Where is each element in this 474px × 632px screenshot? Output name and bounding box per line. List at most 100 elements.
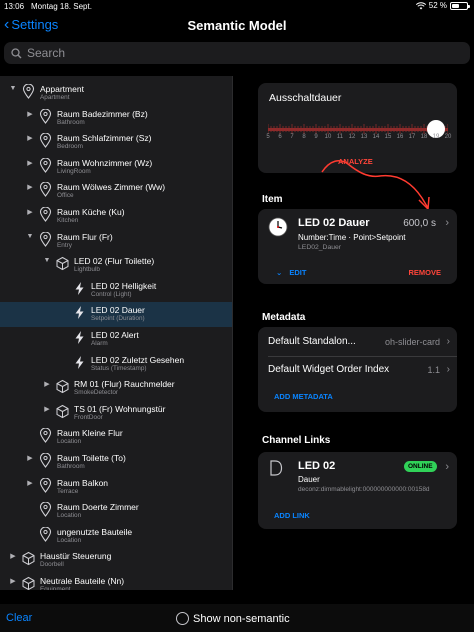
tree-item-label: LED 02 Dauer [91, 305, 145, 316]
tree-row[interactable]: ▶ Raum Wohnzimmer (Wz) LivingRoom [0, 155, 232, 180]
status-date: Montag 18. Sept. [31, 2, 92, 11]
status-time: 13:06 [4, 2, 25, 11]
expand-arrow-icon[interactable]: ▶ [25, 208, 35, 216]
location-pin-icon [39, 231, 52, 247]
tree-item-label: Raum Kleine Flur [57, 428, 123, 439]
channel-links-section-title: Channel Links [262, 435, 331, 446]
expand-arrow-icon[interactable]: ▶ [42, 380, 52, 388]
slider-tick-label: 7 [290, 134, 294, 140]
item-section-title: Item [262, 194, 283, 205]
expand-arrow-icon[interactable]: ▶ [42, 405, 52, 413]
cube-icon [56, 379, 69, 394]
expand-arrow-icon[interactable]: ▶ [25, 110, 35, 118]
slider-title: Ausschaltdauer [269, 92, 342, 104]
tree-item-class: Control (Light) [91, 290, 132, 298]
tree-item-label: Raum Flur (Fr) [57, 231, 113, 242]
tree-item-label: Appartment [40, 84, 84, 94]
expand-arrow-icon[interactable]: ▶ [8, 552, 18, 560]
location-pin-icon [39, 452, 52, 468]
tree-row[interactable]: ▶ TS 01 (Fr) Wohnungstür FrontDoor [0, 401, 232, 426]
slider-tick-label: 12 [348, 134, 356, 140]
item-type: Number:Time · Point>Setpoint [298, 233, 406, 242]
slider-tick-label: 14 [372, 134, 380, 140]
tree-row[interactable]: LED 02 Zuletzt Gesehen Status (Timestamp) [0, 352, 232, 377]
bottom-toolbar: Clear Show non-semantic [0, 604, 474, 632]
collapse-arrow-icon[interactable]: ▼ [25, 233, 35, 240]
tree-item-label: Raum Toilette (To) [57, 453, 126, 463]
search-input[interactable] [27, 46, 447, 60]
tree-row[interactable]: ▶ Raum Toilette (To) Bathroom [0, 450, 232, 475]
tree-row[interactable]: Raum Kleine Flur Location [0, 425, 232, 450]
toggle-label: Show non-semantic [193, 612, 290, 625]
tree-item-label: Raum Schlafzimmer (Sz) [57, 133, 152, 144]
bolt-icon [73, 281, 86, 296]
add-link-button[interactable]: ADD LINK [274, 511, 310, 520]
collapse-arrow-icon[interactable]: ▼ [8, 85, 18, 92]
metadata-row[interactable]: Default Widget Order Index 1.1 › [268, 357, 450, 383]
tree-row[interactable]: ▶ Raum Badezimmer (Bz) Bathroom [0, 106, 232, 131]
cube-icon [22, 576, 35, 590]
expand-arrow-icon[interactable]: ▶ [8, 577, 18, 585]
tree-row[interactable]: ▶ Raum Balkon Terrace [0, 475, 232, 500]
tree-item-label: Raum Küche (Ku) [57, 207, 125, 217]
expand-arrow-icon[interactable]: ▶ [25, 454, 35, 462]
tree-row[interactable]: LED 02 Dauer Setpoint (Duration) [0, 302, 232, 327]
channel-link-card[interactable]: LED 02 ONLINE › Dauer deconz:dimmablelig… [258, 452, 457, 529]
tree-row[interactable]: Raum Doerte Zimmer Location [0, 499, 232, 524]
wifi-icon [415, 1, 426, 9]
tree-row[interactable]: ungenutzte Bauteile Location [0, 524, 232, 549]
tree-item-class: Doorbell [40, 561, 64, 569]
tree-item-label: LED 02 Zuletzt Gesehen [91, 354, 185, 365]
tree-row[interactable]: LED 02 Helligkeit Control (Light) [0, 278, 232, 303]
search-bar [4, 42, 470, 64]
tree-row[interactable]: ▼ LED 02 (Flur Toilette) Lightbulb [0, 253, 232, 278]
tree-row[interactable]: ▶ RM 01 (Flur) Rauchmelder SmokeDetector [0, 376, 232, 401]
edit-button[interactable]: ⌄ EDIT [276, 268, 306, 277]
tree-row[interactable]: ▼ Raum Flur (Fr) Entry [0, 229, 232, 254]
chevron-right-icon: › [446, 364, 450, 375]
slider-tick-label: 20 [444, 134, 452, 140]
tree-row[interactable]: ▶ Neutrale Bauteile (Nn) Equipment [0, 573, 232, 590]
slider-tick-label: 5 [266, 134, 270, 140]
expand-arrow-icon[interactable]: ▶ [25, 479, 35, 487]
edit-label: EDIT [289, 268, 307, 277]
radio-icon[interactable] [176, 612, 189, 625]
add-metadata-button[interactable]: ADD METADATA [274, 392, 333, 401]
chevron-down-icon: ⌄ [276, 268, 283, 277]
tree-item-label: LED 02 Alert [91, 330, 139, 340]
slider-tick-labels: 5 6 7 8 9 10 11 12 13 14 15 16 17 18 19 20 [264, 134, 452, 144]
collapse-arrow-icon[interactable]: ▼ [42, 257, 52, 264]
item-card[interactable]: LED 02 Dauer 600,0 s › Number:Time · Poi… [258, 209, 457, 284]
tree-row[interactable]: ▶ Raum Schlafzimmer (Sz) Bedroom [0, 130, 232, 155]
metadata-row[interactable]: Default Standalon... oh-slider-card › [268, 329, 450, 355]
battery-percent: 52 % [428, 1, 447, 10]
remove-button[interactable]: REMOVE [408, 268, 441, 277]
location-pin-icon [39, 206, 52, 222]
tree-item-class: LivingRoom [57, 167, 91, 175]
expand-arrow-icon[interactable]: ▶ [25, 134, 35, 142]
clear-button[interactable]: Clear [6, 612, 32, 624]
tree-item-class: Location [57, 512, 82, 520]
tree-item-label: Raum Wölwes Zimmer (Ww) [57, 182, 166, 193]
expand-arrow-icon[interactable]: ▶ [25, 159, 35, 167]
location-pin-icon [39, 157, 52, 173]
tree-row[interactable]: LED 02 Alert Alarm [0, 327, 232, 352]
status-bar: 13:06 Montag 18. Sept. 52 % [0, 0, 474, 13]
pane-divider [232, 76, 233, 590]
slider-tick-label: 19 [432, 134, 440, 140]
location-pin-icon [39, 108, 52, 124]
tree-row[interactable]: ▶ Haustür Steuerung Doorbell [0, 548, 232, 573]
slider-tick-label: 16 [396, 134, 404, 140]
tree-item-label: Raum Doerte Zimmer [57, 502, 139, 513]
metadata-section-title: Metadata [262, 312, 306, 323]
item-name: LED02_Dauer [298, 244, 342, 251]
show-non-semantic-toggle[interactable]: Show non-semantic [176, 612, 290, 625]
expand-arrow-icon[interactable]: ▶ [25, 183, 35, 191]
tree-row[interactable]: ▶ Raum Küche (Ku) Kitchen [0, 204, 232, 229]
tree-row[interactable]: ▶ Raum Wölwes Zimmer (Ww) Office [0, 179, 232, 204]
tree-row[interactable]: ▼ Appartment Apartment [0, 81, 232, 106]
bolt-icon [73, 355, 86, 370]
chevron-right-icon: › [445, 217, 449, 229]
slider-tick-label: 15 [384, 134, 392, 140]
tree-item-label: LED 02 Helligkeit [91, 280, 157, 291]
